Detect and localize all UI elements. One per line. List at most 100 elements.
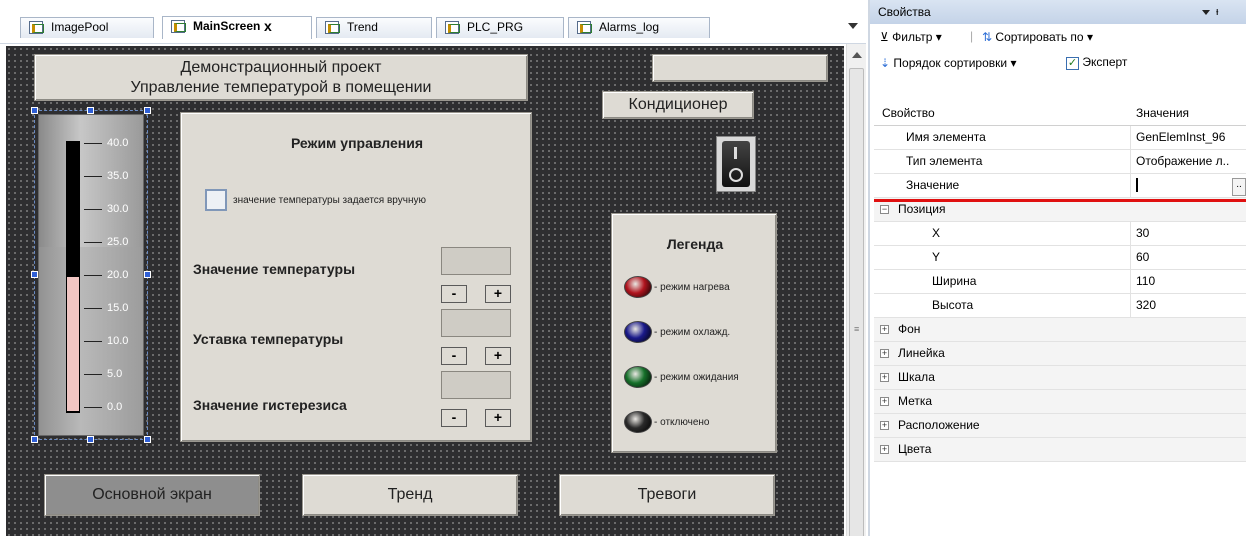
cooling-lamp-icon	[624, 321, 652, 343]
property-value[interactable]: Отображение л..	[1136, 154, 1246, 168]
temperature-value-field[interactable]	[441, 247, 511, 275]
property-row[interactable]: Y 60	[874, 246, 1246, 270]
gauge-tick	[84, 242, 102, 243]
expand-icon[interactable]: +	[880, 373, 889, 382]
gauge-tick-label: 35.0	[107, 170, 129, 182]
standby-label: - режим ожидания	[654, 372, 739, 383]
tab-label: PLC_PRG	[467, 20, 524, 34]
chevron-down-icon: ▾	[1086, 30, 1093, 44]
vertical-scrollbar[interactable]: ≡	[846, 44, 866, 536]
property-row[interactable]: X 30	[874, 222, 1246, 246]
underline-marker	[874, 199, 1246, 202]
air-conditioner-button[interactable]: Кондиционер	[602, 91, 754, 119]
title-line-2: Управление температурой в помещении	[130, 78, 432, 96]
editor-area: ImagePool MainScreen x Trend PLC_PRG Ala…	[0, 0, 866, 536]
resize-handle[interactable]	[144, 271, 151, 278]
resize-handle[interactable]	[31, 107, 38, 114]
ellipsis-button[interactable]: ..	[1232, 178, 1246, 196]
property-row[interactable]: Тип элемента Отображение л..	[874, 150, 1246, 174]
property-value[interactable]: 320	[1136, 298, 1246, 312]
property-column-header: Свойство	[882, 106, 935, 120]
temperature-setpoint-field[interactable]	[441, 309, 511, 337]
property-group[interactable]: + Метка	[874, 390, 1246, 414]
property-row[interactable]: Высота 320	[874, 294, 1246, 318]
legend-title: Легенда	[666, 236, 724, 252]
expert-toggle[interactable]: ✓ Эксперт	[1066, 55, 1127, 70]
expand-icon[interactable]: +	[880, 349, 889, 358]
manual-mode-checkbox[interactable]	[205, 189, 227, 211]
property-group[interactable]: + Цвета	[874, 438, 1246, 462]
gauge-tick	[84, 275, 102, 276]
control-mode-title: Режим управления	[290, 135, 424, 151]
property-value[interactable]: GenElemInst_96	[1136, 130, 1246, 144]
sort-icon: ⇅	[982, 30, 993, 44]
sort-order-button[interactable]: ⇣ Порядок сортировки ▾	[880, 56, 1016, 70]
property-value[interactable]: 30	[1136, 226, 1246, 240]
resize-handle[interactable]	[87, 436, 94, 443]
setpoint-minus-button[interactable]: -	[441, 347, 467, 365]
property-key: X	[932, 226, 941, 240]
hysteresis-value-field[interactable]	[441, 371, 511, 399]
property-key: Значение	[906, 178, 960, 192]
setpoint-plus-button[interactable]: +	[485, 347, 511, 365]
resize-handle[interactable]	[87, 107, 94, 114]
status-box[interactable]	[652, 54, 828, 82]
hysteresis-plus-button[interactable]: +	[485, 409, 511, 427]
hysteresis-minus-button[interactable]: -	[441, 409, 467, 427]
collapse-icon[interactable]: −	[880, 205, 889, 214]
property-row-value[interactable]: Значение	[874, 174, 1246, 198]
property-value[interactable]: 60	[1136, 250, 1246, 264]
property-group[interactable]: + Фон	[874, 318, 1246, 342]
temperature-minus-button[interactable]: -	[441, 285, 467, 303]
project-title-box[interactable]: Демонстрационный проект Управление темпе…	[34, 54, 528, 101]
tab-mainscreen[interactable]: MainScreen x	[162, 16, 312, 39]
program-icon	[445, 21, 460, 34]
expand-icon[interactable]: +	[880, 445, 889, 454]
visualization-canvas[interactable]: Демонстрационный проект Управление темпе…	[6, 46, 844, 536]
chevron-down-icon: ▾	[1010, 56, 1017, 70]
resize-handle[interactable]	[31, 271, 38, 278]
resize-handle[interactable]	[144, 436, 151, 443]
gauge-tick-label: 10.0	[107, 335, 129, 347]
thermometer-gauge[interactable]: 40.0 35.0 30.0 25.0 20.0 15.0 10.0 5.0 0.0	[38, 114, 144, 436]
property-group[interactable]: + Расположение	[874, 414, 1246, 438]
panel-menu-icon[interactable]	[1202, 10, 1210, 15]
temperature-plus-button[interactable]: +	[485, 285, 511, 303]
expand-icon[interactable]: +	[880, 325, 889, 334]
value-input[interactable]	[1136, 178, 1138, 192]
expand-icon[interactable]: +	[880, 397, 889, 406]
column-separator	[1130, 222, 1131, 246]
alarms-button[interactable]: Тревоги	[559, 474, 775, 516]
gauge-tick-label: 30.0	[107, 203, 129, 215]
power-switch[interactable]	[716, 136, 756, 192]
trend-button[interactable]: Тренд	[302, 474, 518, 516]
close-icon[interactable]: x	[264, 17, 272, 36]
property-group[interactable]: + Линейка	[874, 342, 1246, 366]
property-row[interactable]: Ширина 110	[874, 270, 1246, 294]
tab-trend[interactable]: Trend	[316, 17, 432, 38]
control-mode-panel: Режим управления значение температуры за…	[180, 112, 532, 442]
scroll-up-icon[interactable]	[852, 52, 862, 58]
resize-handle[interactable]	[31, 436, 38, 443]
property-row[interactable]: Имя элемента GenElemInst_96	[874, 126, 1246, 150]
tab-list-dropdown-icon[interactable]	[848, 23, 858, 29]
gauge-tick	[84, 407, 102, 408]
scroll-thumb[interactable]	[849, 68, 864, 536]
pin-icon[interactable]: ᵻ	[1216, 0, 1218, 24]
legend-panel: Легенда - режим нагрева - режим охлажд. …	[611, 213, 777, 453]
hysteresis-value-label: Значение гистерезиса	[193, 397, 347, 413]
resize-handle[interactable]	[144, 107, 151, 114]
visualization-icon	[171, 20, 186, 33]
column-separator	[1130, 246, 1131, 270]
tab-imagepool[interactable]: ImagePool	[20, 17, 154, 38]
main-screen-button[interactable]: Основной экран	[44, 474, 260, 516]
tab-alarms-log[interactable]: Alarms_log	[568, 17, 710, 38]
sort-by-button[interactable]: ⇅ Сортировать по ▾	[982, 30, 1093, 44]
tab-label: MainScreen	[193, 19, 261, 33]
tab-plc-prg[interactable]: PLC_PRG	[436, 17, 564, 38]
expand-icon[interactable]: +	[880, 421, 889, 430]
property-key: Расположение	[898, 418, 980, 432]
property-value[interactable]: 110	[1136, 274, 1246, 288]
filter-button[interactable]: ⊻ Фильтр ▾	[880, 30, 942, 44]
property-group[interactable]: + Шкала	[874, 366, 1246, 390]
